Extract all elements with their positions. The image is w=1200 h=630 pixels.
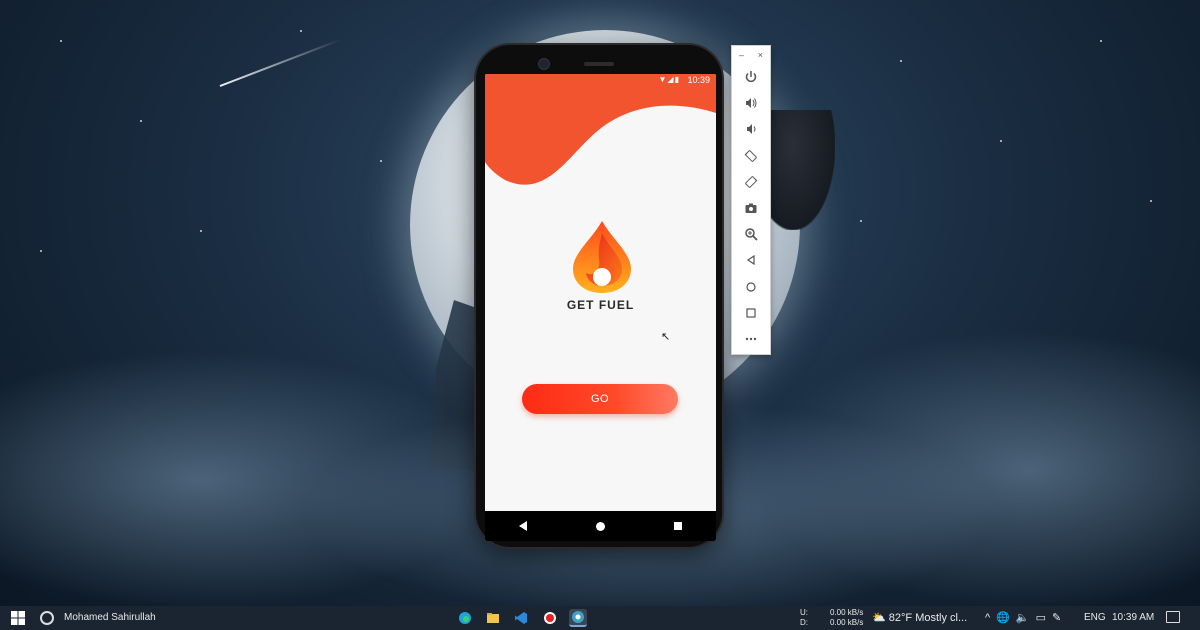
- home-icon[interactable]: [595, 521, 605, 531]
- cortana-icon[interactable]: [40, 611, 54, 625]
- mouse-cursor-icon: ↖: [661, 331, 671, 343]
- system-tray: ^🌐🔈▭✎: [985, 611, 1067, 624]
- rotate-right-icon[interactable]: [732, 169, 770, 195]
- volume-down-icon[interactable]: [732, 116, 770, 142]
- weather-text: Mostly cl...: [915, 612, 968, 624]
- toolbar-window-controls: – ×: [732, 46, 770, 64]
- download-label: D:: [800, 618, 808, 627]
- taskbar-user: Mohamed Sahirullah: [64, 612, 156, 623]
- back-icon[interactable]: [519, 521, 528, 531]
- network-speed-labels: U: D:: [800, 608, 808, 628]
- chevron-up-icon[interactable]: ^: [985, 612, 996, 624]
- rotate-left-icon[interactable]: [732, 143, 770, 169]
- earpiece: [584, 62, 614, 66]
- partly-cloudy-icon: ⛅: [872, 612, 886, 624]
- close-button[interactable]: ×: [758, 50, 763, 60]
- status-bar: ▼◢▮ 10:39: [485, 74, 716, 88]
- go-button[interactable]: GO: [522, 384, 678, 414]
- network-speed-values: 0.00 kB/s 0.00 kB/s: [830, 608, 863, 628]
- speaker-icon[interactable]: 🔈: [1016, 612, 1036, 624]
- taskbar-clock[interactable]: 10:39 AM: [1112, 612, 1154, 623]
- temperature: 82°F: [888, 612, 913, 624]
- upload-label: U:: [800, 608, 808, 617]
- fuel-drop-logo: [573, 221, 631, 293]
- power-icon[interactable]: [732, 64, 770, 90]
- emulator-toolbar: – ×: [731, 45, 771, 355]
- notification-icon[interactable]: [1166, 611, 1180, 623]
- pen-icon[interactable]: ✎: [1052, 612, 1067, 624]
- camera-icon[interactable]: [732, 195, 770, 221]
- recents-icon[interactable]: [673, 522, 682, 530]
- battery-icon[interactable]: ▭: [1036, 612, 1052, 624]
- more-icon[interactable]: [732, 326, 770, 352]
- zoom-icon[interactable]: [732, 221, 770, 247]
- file-explorer-icon[interactable]: [484, 609, 502, 627]
- header-wave: [485, 88, 716, 185]
- overview-icon[interactable]: [732, 300, 770, 326]
- shooting-star: [219, 38, 342, 87]
- globe-icon[interactable]: 🌐: [996, 612, 1016, 624]
- emulator-app-icon[interactable]: [569, 609, 587, 627]
- edge-browser-icon[interactable]: [456, 609, 474, 627]
- vscode-icon[interactable]: [512, 609, 530, 627]
- record-app-icon[interactable]: [541, 609, 559, 627]
- weather-widget[interactable]: ⛅ 82°F Mostly cl...: [872, 611, 967, 624]
- phone-emulator: ▼◢▮ 10:39 GET FUEL ↖ GO: [476, 45, 722, 547]
- status-time: 10:39: [687, 75, 710, 85]
- back-icon[interactable]: [732, 247, 770, 273]
- download-rate: 0.00 kB/s: [830, 618, 864, 627]
- windows-taskbar: Mohamed Sahirullah U: D: 0.00 kB/s 0.00 …: [0, 606, 1200, 630]
- upload-rate: 0.00 kB/s: [830, 608, 864, 617]
- language-indicator[interactable]: ENG: [1084, 612, 1106, 623]
- volume-up-icon[interactable]: [732, 90, 770, 116]
- home-icon[interactable]: [732, 274, 770, 300]
- minimize-button[interactable]: –: [739, 50, 744, 60]
- signal-battery-icons: ▼◢▮: [658, 75, 680, 84]
- phone-screen: ▼◢▮ 10:39 GET FUEL ↖ GO: [485, 74, 716, 541]
- windows-start-icon[interactable]: [11, 611, 25, 625]
- tree-silhouette: [765, 110, 835, 230]
- android-nav-bar: [485, 511, 716, 541]
- front-camera: [538, 58, 550, 70]
- brand-name: GET FUEL: [566, 298, 635, 312]
